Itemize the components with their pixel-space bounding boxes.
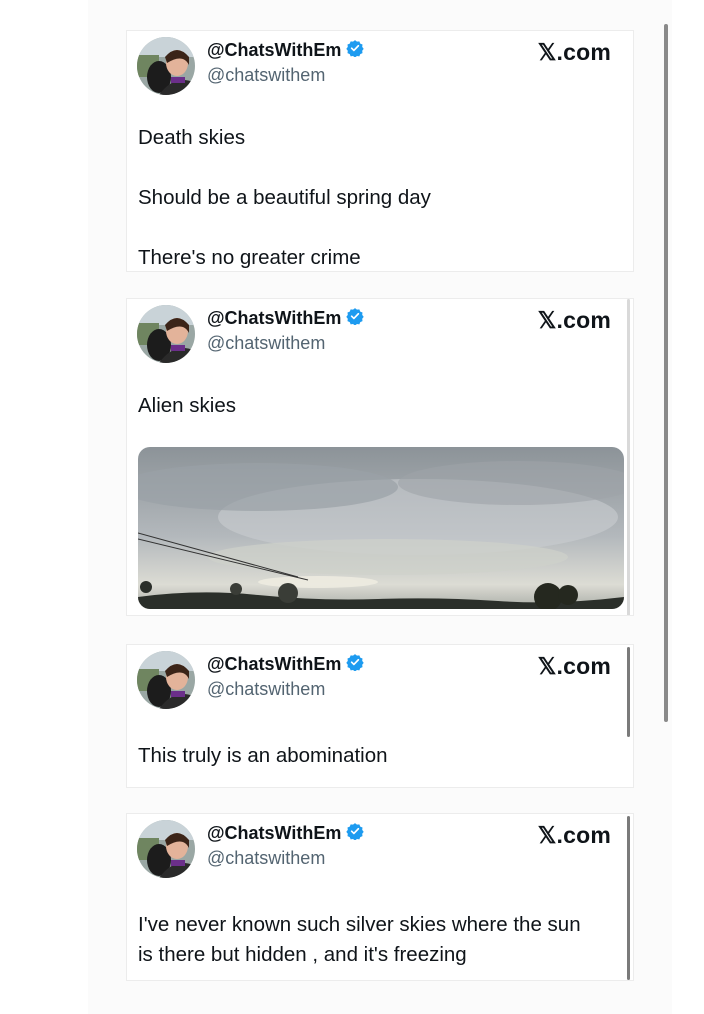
embedded-post-4[interactable]: @ChatsWithEm @chatswithem 𝕏.com I've nev…	[126, 813, 634, 981]
avatar[interactable]	[137, 37, 195, 95]
handle[interactable]: @chatswithem	[207, 333, 325, 354]
inner-scrollbar[interactable]	[627, 816, 630, 980]
handle[interactable]: @chatswithem	[207, 679, 325, 700]
post-text-line: This truly is an abomination	[138, 744, 388, 767]
avatar[interactable]	[137, 651, 195, 709]
display-name[interactable]: @ChatsWithEm	[207, 654, 341, 675]
page-scrollbar[interactable]	[664, 24, 668, 722]
x-logo-link[interactable]: 𝕏.com	[538, 822, 611, 849]
handle[interactable]: @chatswithem	[207, 65, 325, 86]
post-text-line: There's no greater crime	[138, 246, 361, 269]
post-text-line: I've never known such silver skies where…	[138, 913, 581, 936]
verified-badge-icon	[346, 653, 365, 676]
display-name[interactable]: @ChatsWithEm	[207, 823, 341, 844]
x-logo-link[interactable]: 𝕏.com	[538, 307, 611, 334]
post-text-line: Death skies	[138, 126, 246, 149]
embedded-post-1[interactable]: @ChatsWithEm @chatswithem 𝕏.com Death sk…	[126, 30, 634, 272]
handle[interactable]: @chatswithem	[207, 848, 325, 869]
post-text-line: is there but hidden , and it's freezing	[138, 943, 467, 966]
x-logo-link[interactable]: 𝕏.com	[538, 653, 611, 680]
inner-scrollbar[interactable]	[627, 647, 630, 737]
verified-badge-icon	[346, 822, 365, 845]
embedded-post-3[interactable]: @ChatsWithEm @chatswithem 𝕏.com This tru…	[126, 644, 634, 788]
inner-scrollbar[interactable]	[627, 299, 630, 615]
cloudy-sky-photo[interactable]	[138, 447, 624, 609]
page: @ChatsWithEm @chatswithem 𝕏.com Death sk…	[0, 0, 704, 1014]
verified-badge-icon	[346, 307, 365, 330]
display-name[interactable]: @ChatsWithEm	[207, 40, 341, 61]
x-logo-link[interactable]: 𝕏.com	[538, 39, 611, 66]
post-text-line: Should be a beautiful spring day	[138, 186, 431, 209]
display-name[interactable]: @ChatsWithEm	[207, 308, 341, 329]
post-text-line: Alien skies	[138, 394, 236, 417]
avatar[interactable]	[137, 305, 195, 363]
verified-badge-icon	[346, 39, 365, 62]
avatar[interactable]	[137, 820, 195, 878]
embedded-post-2[interactable]: @ChatsWithEm @chatswithem 𝕏.com Alien sk…	[126, 298, 634, 616]
